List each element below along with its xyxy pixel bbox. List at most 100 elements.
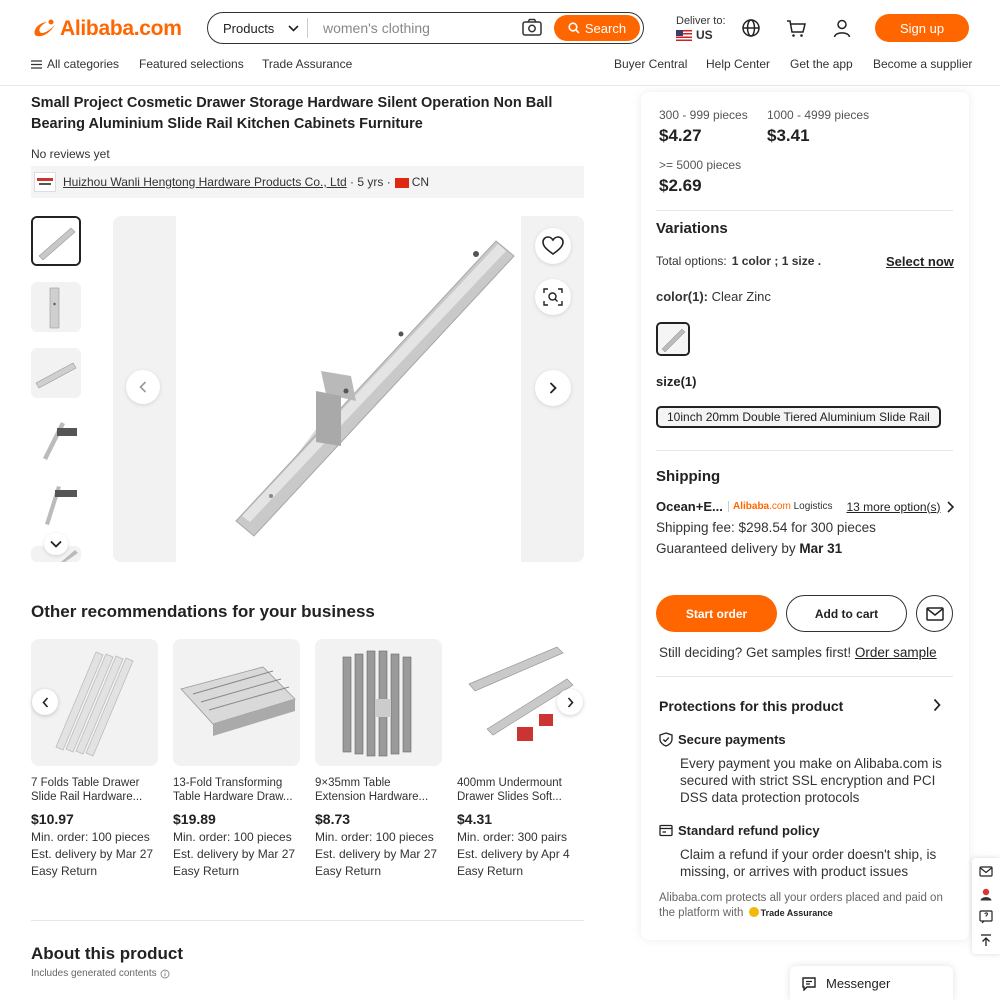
- nav-buyer-central[interactable]: Buyer Central: [614, 57, 687, 71]
- recommendation-name: 9×35mm Table Extension Hardware...: [315, 777, 429, 803]
- start-order-button[interactable]: Start order: [656, 595, 777, 632]
- color-value: Clear Zinc: [711, 289, 771, 304]
- total-options: Total options: 1 color ; 1 size .: [656, 254, 821, 268]
- thumbnail-3[interactable]: [31, 348, 81, 398]
- price-tier: 300 - 999 pieces $4.27: [659, 108, 748, 146]
- globe-icon[interactable]: [740, 17, 762, 39]
- panel-divider: [656, 210, 953, 211]
- alibaba-logo[interactable]: Alibaba.com: [31, 16, 182, 42]
- panel-divider: [656, 676, 953, 677]
- panel-divider: [656, 450, 953, 451]
- guaranteed-delivery-date: Mar 31: [799, 541, 843, 556]
- search-button-label: Search: [584, 20, 627, 36]
- us-flag-icon: [676, 29, 692, 41]
- recommendation-name: 7 Folds Table Drawer Slide Rail Hardware…: [31, 777, 143, 803]
- recommendation-returns: Easy Return: [173, 864, 240, 878]
- search-icon: [568, 22, 580, 34]
- refund-icon: [659, 824, 673, 837]
- all-categories-label: All categories: [47, 57, 120, 71]
- image-prev-button[interactable]: [126, 370, 160, 404]
- supplier-name-link[interactable]: Huizhou Wanli Hengtong Hardware Products…: [63, 175, 347, 189]
- recommendation-min-order: Min. order: 100 pieces: [173, 830, 292, 844]
- protections-title[interactable]: Protections for this product: [659, 698, 843, 714]
- thumbnail-2[interactable]: [31, 282, 81, 332]
- user-icon[interactable]: [831, 17, 853, 39]
- recommendation-card[interactable]: 13-Fold Transforming Table Hardware Draw…: [173, 639, 300, 878]
- sign-up-button[interactable]: Sign up: [875, 14, 969, 42]
- recommendations-next-button[interactable]: [557, 689, 583, 715]
- more-shipping-options-link[interactable]: 13 more option(s): [846, 500, 940, 514]
- chevron-right-icon[interactable]: [933, 698, 941, 717]
- contact-supplier-button[interactable]: [916, 595, 953, 632]
- recommendation-price: $8.73: [315, 811, 351, 827]
- messenger-button[interactable]: Messenger: [790, 966, 953, 1000]
- tier-price: $4.27: [659, 126, 702, 145]
- all-categories-menu[interactable]: All categories: [31, 57, 119, 71]
- cart-icon[interactable]: [785, 17, 807, 39]
- recommendation-delivery: Est. delivery by Mar 27: [173, 847, 296, 861]
- samples-prompt: Still deciding? Get samples first! Order…: [659, 645, 937, 660]
- supplier-logo: [34, 172, 56, 192]
- supplier-years: 5 yrs: [357, 175, 384, 189]
- thumbnail-1[interactable]: [31, 216, 81, 266]
- add-to-cart-button[interactable]: Add to cart: [786, 595, 907, 632]
- recommendation-returns: Easy Return: [457, 864, 524, 878]
- search-category-label: Products: [223, 20, 275, 36]
- recommendation-image: [173, 639, 300, 766]
- recommendation-price: $10.97: [31, 811, 74, 827]
- alibaba-logistics-badge: Alibaba.com Logistics: [728, 501, 832, 512]
- logo-mark-icon: [31, 17, 57, 41]
- chevron-right-icon[interactable]: [946, 500, 954, 513]
- generated-content-label: Includes generated contents: [31, 968, 157, 979]
- favorite-button[interactable]: [535, 228, 571, 264]
- thumbnail-5[interactable]: [31, 480, 81, 530]
- tier-price: $2.69: [659, 176, 702, 195]
- back-to-top-icon[interactable]: [979, 933, 993, 947]
- price-tier: 1000 - 4999 pieces $3.41: [767, 108, 869, 146]
- logistics-brand-suffix: .com: [769, 501, 791, 512]
- nav-featured-selections[interactable]: Featured selections: [139, 57, 244, 71]
- nav-get-app[interactable]: Get the app: [790, 57, 853, 71]
- recommendation-card[interactable]: 7 Folds Table Drawer Slide Rail Hardware…: [31, 639, 158, 878]
- nav-help-center[interactable]: Help Center: [706, 57, 770, 71]
- recommendations-prev-button[interactable]: [32, 689, 58, 715]
- camera-search-icon[interactable]: [520, 16, 544, 40]
- deliver-country: US: [696, 28, 713, 42]
- supplier-bar: Huizhou Wanli Hengtong Hardware Products…: [31, 166, 584, 198]
- heart-icon: [542, 236, 564, 255]
- recommendation-min-order: Min. order: 300 pairs: [457, 830, 568, 844]
- deliver-to[interactable]: Deliver to: US: [676, 14, 726, 42]
- generated-content-note: Includes generated contents: [31, 968, 170, 979]
- color-swatch-clear-zinc[interactable]: [656, 322, 690, 356]
- thumbnail-4[interactable]: [31, 414, 81, 464]
- select-now-link[interactable]: Select now: [886, 254, 954, 269]
- tier-price: $3.41: [767, 126, 810, 145]
- image-search-button[interactable]: [535, 279, 571, 315]
- recommendation-card[interactable]: 9×35mm Table Extension Hardware... $8.73…: [315, 639, 442, 878]
- chevron-left-icon: [139, 381, 147, 393]
- scan-search-icon: [543, 288, 563, 306]
- info-icon[interactable]: [160, 969, 170, 979]
- recommendation-delivery: Est. delivery by Mar 27: [31, 847, 154, 861]
- separator-dot: ·: [383, 175, 391, 189]
- search-input[interactable]: [308, 15, 520, 41]
- trade-assurance-label[interactable]: Trade Assurance: [761, 908, 833, 918]
- image-next-button[interactable]: [535, 370, 571, 406]
- support-agent-icon[interactable]: [979, 887, 993, 901]
- recommendation-card[interactable]: 400mm Undermount Drawer Slides Soft... $…: [457, 639, 584, 878]
- nav-trade-assurance[interactable]: Trade Assurance: [262, 57, 352, 71]
- search-bar: Products Search: [207, 12, 644, 44]
- size-chip[interactable]: 10inch 20mm Double Tiered Aluminium Slid…: [656, 406, 941, 428]
- search-button[interactable]: Search: [554, 15, 640, 41]
- message-icon[interactable]: [979, 865, 993, 878]
- order-sample-link[interactable]: Order sample: [855, 645, 937, 660]
- shipping-method[interactable]: Ocean+E...: [656, 499, 724, 514]
- shipping-title: Shipping: [656, 468, 721, 485]
- thumbnails-scroll-down[interactable]: [44, 533, 68, 555]
- nav-become-supplier[interactable]: Become a supplier: [873, 57, 972, 71]
- feedback-icon[interactable]: [979, 909, 993, 924]
- search-category-dropdown[interactable]: Products: [208, 18, 308, 38]
- purchase-panel: 300 - 999 pieces $4.27 1000 - 4999 piece…: [641, 92, 969, 940]
- shipping-fee: Shipping fee: $298.54 for 300 pieces: [656, 520, 876, 535]
- main-product-image[interactable]: [113, 216, 584, 562]
